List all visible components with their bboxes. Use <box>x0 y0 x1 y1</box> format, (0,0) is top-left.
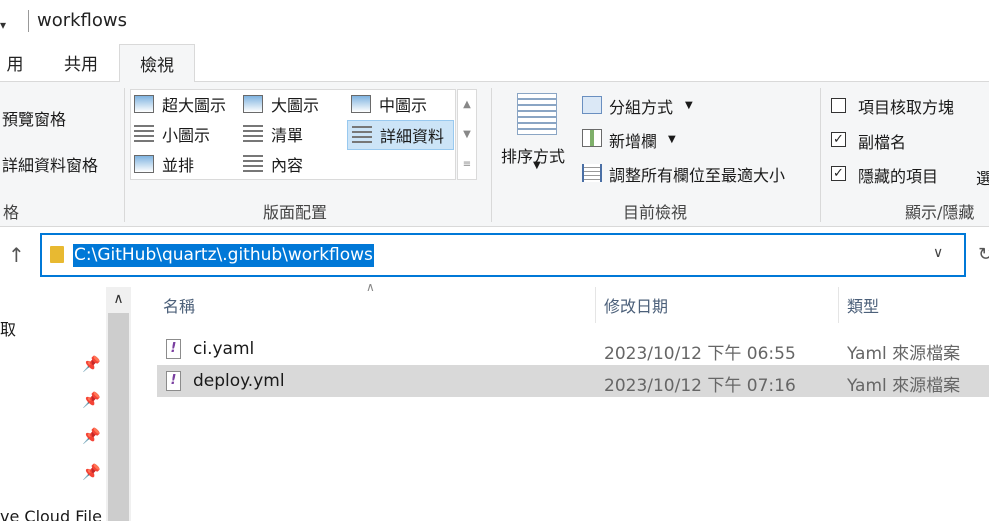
window-title: workflows <box>37 10 128 31</box>
tiles-icon <box>134 155 154 173</box>
layout-gallery-scroll[interactable]: ▲ ▼ ≡ <box>457 89 477 180</box>
hidden-items-label: 隱藏的項目 <box>858 167 939 186</box>
file-extensions-checkbox[interactable]: ✓ <box>831 132 846 147</box>
current-view-group-label: 目前檢視 <box>622 203 687 222</box>
add-columns-dropdown-icon[interactable]: ▼ <box>668 134 676 145</box>
file-date-modified: 2023/10/12 下午 06:55 <box>604 344 796 364</box>
file-name: deploy.yml <box>193 371 285 391</box>
nav-scroll-thumb[interactable] <box>108 313 129 521</box>
size-all-columns-button[interactable]: 調整所有欄位至最適大小 <box>609 162 785 186</box>
column-header-type[interactable]: 類型 <box>847 293 879 317</box>
layout-small-icons[interactable]: 小圖示 <box>134 121 210 147</box>
item-checkboxes-checkbox[interactable] <box>831 98 846 113</box>
extra-large-icons-icon <box>134 95 154 113</box>
yaml-file-icon: ! <box>166 339 181 359</box>
folder-icon <box>50 246 64 263</box>
pin-icon[interactable]: 📌 <box>82 355 101 373</box>
file-type: Yaml 來源檔案 <box>847 376 961 396</box>
panes-group-label: 格 <box>2 203 19 222</box>
preview-pane-button[interactable]: 預覽窗格 <box>2 106 66 130</box>
file-list <box>131 287 989 521</box>
column-header-name[interactable]: 名稱 <box>163 293 195 317</box>
size-columns-icon <box>582 164 602 182</box>
pin-icon[interactable]: 📌 <box>82 391 101 409</box>
group-by-dropdown-icon[interactable]: ▼ <box>685 100 693 111</box>
layout-large-icons[interactable]: 大圖示 <box>243 91 319 117</box>
nav-scroll-up-icon[interactable]: ∧ <box>106 287 131 312</box>
hide-selected-items-partial[interactable]: 選 <box>976 165 989 189</box>
nav-item-cloud-files[interactable]: ve Cloud File <box>0 507 102 521</box>
medium-icons-icon <box>351 95 371 113</box>
layout-tiles[interactable]: 並排 <box>134 151 194 177</box>
item-checkboxes-label: 項目核取方塊 <box>858 98 955 117</box>
sort-ascending-icon: ∧ <box>366 280 375 294</box>
nav-item-partial[interactable]: 取 <box>0 316 16 340</box>
gallery-scroll-down-icon[interactable]: ▼ <box>458 120 476 150</box>
tab-share[interactable]: 共用 <box>52 44 110 81</box>
title-bar <box>0 0 989 44</box>
gallery-scroll-up-icon[interactable]: ▲ <box>458 90 476 120</box>
hidden-items-checkbox[interactable]: ✓ <box>831 166 846 181</box>
ribbon-separator <box>124 88 125 222</box>
layout-medium-icons[interactable]: 中圖示 <box>351 91 427 117</box>
add-columns-button[interactable]: 新增欄 <box>609 128 657 152</box>
address-history-chevron-icon[interactable]: ∨ <box>933 245 943 261</box>
layout-list[interactable]: 清單 <box>243 121 303 147</box>
title-separator <box>28 10 29 32</box>
file-date-modified: 2023/10/12 下午 07:16 <box>604 376 796 396</box>
details-pane-button[interactable]: 詳細資料窗格 <box>2 152 98 176</box>
ribbon-separator <box>820 88 821 222</box>
sort-by-dropdown-icon[interactable]: ▼ <box>533 160 541 171</box>
add-columns-icon <box>582 129 602 147</box>
group-by-button[interactable]: 分組方式 <box>609 94 673 118</box>
quick-access-dropdown-icon[interactable]: ▾ <box>0 18 6 32</box>
yaml-file-icon: ! <box>166 371 181 391</box>
tab-view[interactable]: 檢視 <box>119 44 195 82</box>
content-icon <box>243 155 263 173</box>
pin-icon[interactable]: 📌 <box>82 427 101 445</box>
column-separator[interactable] <box>838 287 839 323</box>
layout-content[interactable]: 內容 <box>243 151 303 177</box>
sort-by-icon <box>517 93 557 135</box>
details-icon <box>352 126 372 144</box>
pin-icon[interactable]: 📌 <box>82 463 101 481</box>
gallery-more-icon[interactable]: ≡ <box>458 150 476 180</box>
small-icons-icon <box>134 125 154 143</box>
file-name: ci.yaml <box>193 339 255 359</box>
column-header-date-modified[interactable]: 修改日期 <box>604 293 668 317</box>
column-separator[interactable] <box>595 287 596 323</box>
layout-extra-large-icons[interactable]: 超大圖示 <box>134 91 226 117</box>
group-by-icon <box>582 96 602 114</box>
show-hide-group-label: 顯示/隱藏 <box>905 203 975 222</box>
list-icon <box>243 125 263 143</box>
layout-details[interactable]: 詳細資料 <box>347 120 454 150</box>
layout-group-label: 版面配置 <box>262 203 327 222</box>
up-arrow-icon[interactable]: ↑ <box>8 243 25 267</box>
address-path[interactable]: C:\GitHub\quartz\.github\workflows <box>73 244 374 267</box>
file-extensions-label: 副檔名 <box>858 133 907 152</box>
file-type: Yaml 來源檔案 <box>847 344 961 364</box>
refresh-icon[interactable]: ↻ <box>978 244 989 265</box>
large-icons-icon <box>243 95 263 113</box>
ribbon-separator <box>491 88 492 222</box>
tab-partial[interactable]: 用 <box>0 44 30 81</box>
